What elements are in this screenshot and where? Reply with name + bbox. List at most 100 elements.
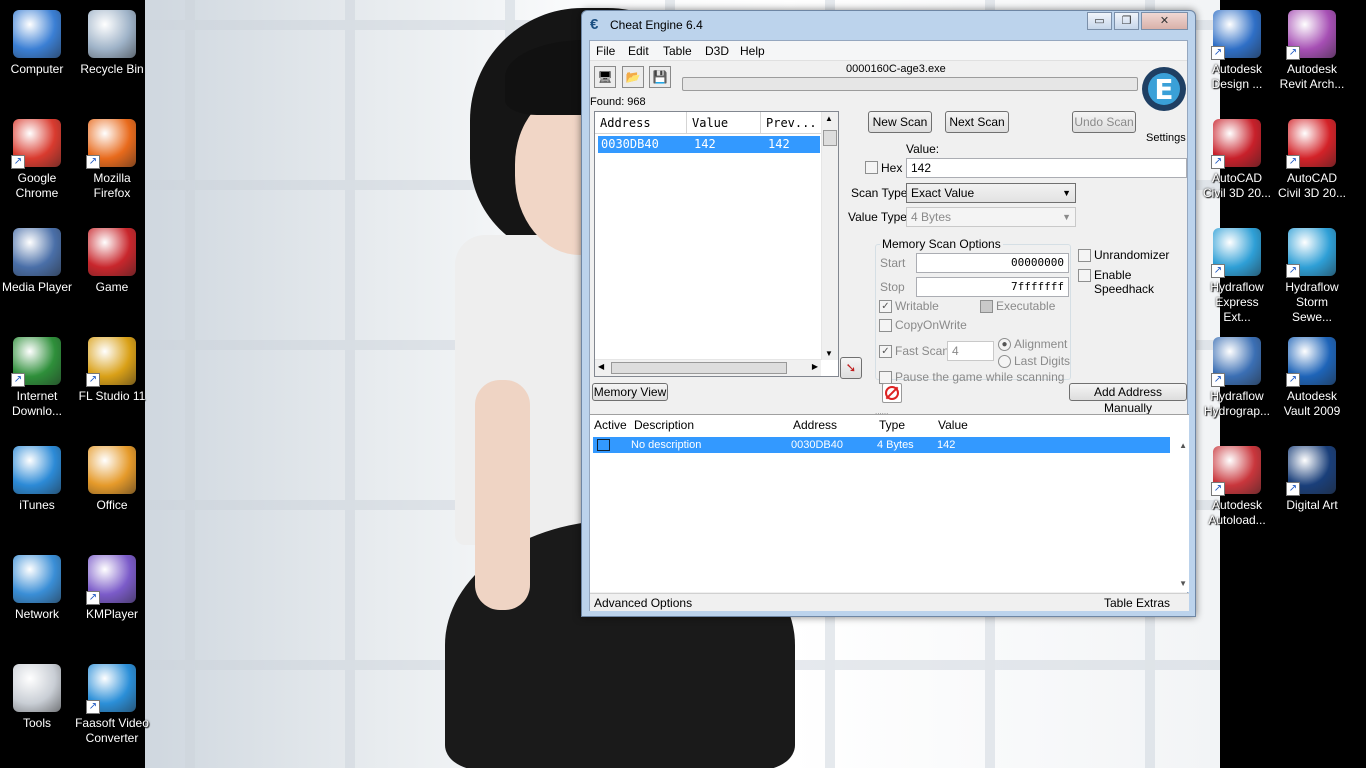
scroll-thumb[interactable] <box>823 130 837 146</box>
menu-edit[interactable]: Edit <box>628 44 649 58</box>
settings-link[interactable]: Settings <box>1146 132 1186 144</box>
row-value: 142 <box>694 137 716 151</box>
desktop-icon-google-chrome[interactable]: ↗ Google Chrome <box>0 119 74 201</box>
lastdigits-radio[interactable] <box>998 355 1011 368</box>
desktop-icon-label: Autodesk Design ... <box>1211 62 1263 91</box>
value-input[interactable]: 142 <box>906 158 1187 178</box>
scroll-up-icon[interactable]: ▲ <box>1179 441 1187 450</box>
table-row[interactable]: No description 0030DB40 4 Bytes 142 <box>593 437 1170 453</box>
desktop-icon-faasoft[interactable]: ↗ Faasoft Video Converter <box>75 664 149 746</box>
table-extras-link[interactable]: Table Extras <box>1104 596 1170 610</box>
fastscan-checkbox[interactable]: ✓ <box>879 345 892 358</box>
desktop-icon-office[interactable]: Office <box>75 446 149 513</box>
menu-d3d[interactable]: D3D <box>705 44 729 58</box>
scroll-up-icon[interactable]: ▲ <box>825 114 833 123</box>
fastscan-input[interactable]: 4 <box>947 341 994 361</box>
maximize-button[interactable]: ❐ <box>1114 12 1139 30</box>
stop-input[interactable]: 7fffffff <box>916 277 1069 297</box>
vertical-scrollbar[interactable]: ▲ ▼ <box>821 112 838 360</box>
advanced-options-link[interactable]: Advanced Options <box>594 596 692 610</box>
pointer-arrow-icon[interactable]: ➘ <box>840 357 862 379</box>
next-scan-button[interactable]: Next Scan <box>945 111 1009 133</box>
start-label: Start <box>880 256 906 270</box>
scan-type-select[interactable]: Exact Value ▼ <box>906 183 1076 203</box>
desktop-icon-hydraflow-express[interactable]: ↗ Hydraflow Express Ext... <box>1200 228 1274 325</box>
desktop-icon-autocad-civil-2[interactable]: ↗ AutoCAD Civil 3D 20... <box>1275 119 1349 201</box>
value-type-select[interactable]: 4 Bytes ▼ <box>906 207 1076 227</box>
scroll-down-icon[interactable]: ▼ <box>1179 579 1187 588</box>
open-file-icon[interactable]: 📂 <box>622 66 644 88</box>
menu-help[interactable]: Help <box>740 44 765 58</box>
desktop-icon-tools[interactable]: Tools <box>0 664 74 731</box>
desktop-icon-mozilla-firefox[interactable]: ↗ Mozilla Firefox <box>75 119 149 201</box>
desktop-icon-hydraflow-storm[interactable]: ↗ Hydraflow Storm Sewe... <box>1275 228 1349 325</box>
desktop-icon-digital-art[interactable]: ↗ Digital Art <box>1275 446 1349 513</box>
desktop-icon-label: Network <box>14 607 59 621</box>
alignment-radio[interactable]: ● <box>998 338 1011 351</box>
save-icon[interactable]: 💾 <box>649 66 671 88</box>
desktop-icon-autodesk-design[interactable]: ↗ Autodesk Design ... <box>1200 10 1274 92</box>
desktop-icon-game[interactable]: Game <box>75 228 149 295</box>
desktop-icon-autodesk-vault[interactable]: ↗ Autodesk Vault 2009 <box>1275 337 1349 419</box>
scan-progress-bar <box>682 77 1138 91</box>
menu-table[interactable]: Table <box>663 44 692 58</box>
address-table[interactable]: Active Description Address Type Value No… <box>590 414 1189 592</box>
shortcut-arrow-icon: ↗ <box>1286 482 1300 496</box>
stop-icon[interactable] <box>882 383 902 403</box>
start-input[interactable]: 00000000 <box>916 253 1069 273</box>
col-type[interactable]: Type <box>879 418 905 432</box>
col-description[interactable]: Description <box>634 418 694 432</box>
desktop-icon-label: Mozilla Firefox <box>93 171 131 200</box>
computer-icon <box>13 10 61 58</box>
shortcut-arrow-icon: ↗ <box>86 373 100 387</box>
add-address-manually-button[interactable]: Add Address Manually <box>1069 383 1187 415</box>
writable-checkbox[interactable]: ✓ <box>879 300 892 313</box>
menu-file[interactable]: File <box>596 44 615 58</box>
copyonwrite-checkbox[interactable] <box>879 319 892 332</box>
scroll-right-icon[interactable]: ▶ <box>812 362 818 371</box>
desktop-icon-autocad-civil[interactable]: ↗ AutoCAD Civil 3D 20... <box>1200 119 1274 201</box>
scroll-thumb-h[interactable] <box>611 362 787 374</box>
col-previous[interactable]: Prev... <box>761 112 823 134</box>
desktop-icon-recycle-bin[interactable]: Recycle Bin <box>75 10 149 77</box>
title-bar[interactable]: € Cheat Engine 6.4 ▭ ❐ ✕ <box>582 11 1195 38</box>
cheat-engine-logo-icon[interactable]: E <box>1138 61 1188 131</box>
minimize-button[interactable]: ▭ <box>1087 12 1112 30</box>
shortcut-arrow-icon: ↗ <box>1211 373 1225 387</box>
scan-results-list[interactable]: Address Value Prev... 0030DB40 142 142 ▲… <box>594 111 839 377</box>
desktop-icon-computer[interactable]: Computer <box>0 10 74 77</box>
col-active[interactable]: Active <box>594 418 627 432</box>
shortcut-arrow-icon: ↗ <box>1286 46 1300 60</box>
col-table-address[interactable]: Address <box>793 418 837 432</box>
memory-view-button[interactable]: Memory View <box>592 383 668 401</box>
desktop-icon-label: Tools <box>22 716 51 730</box>
scroll-left-icon[interactable]: ◀ <box>598 362 604 371</box>
col-address[interactable]: Address <box>595 112 687 134</box>
desktop-icon-network[interactable]: Network <box>0 555 74 622</box>
desktop-icon-kmplayer[interactable]: ↗ KMPlayer <box>75 555 149 622</box>
select-process-icon[interactable]: 🖥 <box>594 66 616 88</box>
desktop-icon-internet-download[interactable]: ↗ Internet Downlo... <box>0 337 74 419</box>
col-table-value[interactable]: Value <box>938 418 968 432</box>
horizontal-scrollbar[interactable]: ◀ ▶ <box>595 359 821 376</box>
desktop-icon-autodesk-autoload[interactable]: ↗ Autodesk Autoload... <box>1200 446 1274 528</box>
scroll-down-icon[interactable]: ▼ <box>825 349 833 358</box>
col-value[interactable]: Value <box>687 112 761 134</box>
unrandomizer-checkbox[interactable] <box>1078 249 1091 262</box>
desktop-icon-media-player[interactable]: Media Player <box>0 228 74 295</box>
speedhack-checkbox[interactable] <box>1078 269 1091 282</box>
list-item[interactable]: 0030DB40 142 142 <box>598 136 820 153</box>
desktop-icon-itunes[interactable]: iTunes <box>0 446 74 513</box>
desktop-icon-hydraflow-hydrograph[interactable]: ↗ Hydraflow Hydrograp... <box>1200 337 1274 419</box>
desktop-icon-autodesk-revit[interactable]: ↗ Autodesk Revit Arch... <box>1275 10 1349 92</box>
close-button[interactable]: ✕ <box>1141 12 1188 30</box>
shortcut-arrow-icon: ↗ <box>86 591 100 605</box>
executable-checkbox[interactable] <box>980 300 993 313</box>
row-description: No description <box>631 439 702 451</box>
undo-scan-button[interactable]: Undo Scan <box>1072 111 1136 133</box>
desktop-icon-fl-studio[interactable]: ↗ FL Studio 11 <box>75 337 149 404</box>
new-scan-button[interactable]: New Scan <box>868 111 932 133</box>
shortcut-arrow-icon: ↗ <box>1286 264 1300 278</box>
hex-checkbox[interactable] <box>865 161 878 174</box>
active-checkbox[interactable] <box>597 439 610 451</box>
